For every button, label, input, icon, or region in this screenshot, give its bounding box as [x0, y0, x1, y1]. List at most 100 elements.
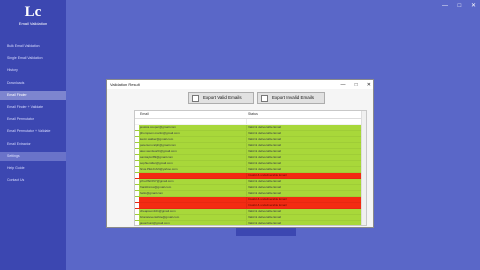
status-cell: Valid & deliverable Email: [248, 149, 281, 153]
email-cell: jchu.PEONY@gmail.com: [140, 179, 174, 183]
row-header[interactable]: [135, 209, 139, 214]
results-grid: Email Status jessica.cooper@gmail.com Val…: [134, 110, 367, 226]
cell-divider: [246, 173, 247, 178]
row-header[interactable]: [135, 203, 139, 208]
status-cell: Valid & deliverable Email: [248, 191, 281, 195]
row-header[interactable]: [135, 137, 139, 142]
table-row[interactable]: Invalid & undeliverable Email: [135, 173, 362, 179]
column-header-email[interactable]: Email: [140, 111, 149, 118]
row-header[interactable]: [135, 197, 139, 202]
dialog-close-icon[interactable]: ✕: [367, 82, 371, 88]
status-cell: Invalid & undeliverable Email: [248, 203, 287, 207]
table-row[interactable]: jessica.cooper@gmail.com Valid & delivera…: [135, 125, 362, 131]
cell-divider: [246, 203, 247, 208]
table-row[interactable]: ficus.PELICAN@yahoo.com Valid & deliverab…: [135, 167, 362, 173]
row-header[interactable]: [135, 191, 139, 196]
table-row[interactable]: samtaylor89@gmail.com Valid & deliverable…: [135, 155, 362, 161]
table-row[interactable]: peterson.ralph@gmail.com Valid & delivera…: [135, 143, 362, 149]
status-cell: Valid & deliverable Email: [248, 179, 281, 183]
email-cell: jessica.cooper@gmail.com: [140, 125, 176, 129]
status-cell: Valid & deliverable Email: [248, 185, 281, 189]
export-invalid-emails-button[interactable]: Export Invalid Emails: [257, 92, 325, 104]
status-cell: Valid & deliverable Email: [248, 137, 281, 141]
sidebar-item[interactable]: Downloads: [0, 79, 66, 88]
minimize-icon[interactable]: —: [442, 3, 448, 9]
sidebar-item[interactable]: Help Guide: [0, 164, 66, 173]
table-row[interactable]: jchu.PEONY@gmail.com Valid & deliverable …: [135, 179, 362, 185]
sidebar-item[interactable]: History: [0, 66, 66, 75]
cell-divider: [246, 197, 247, 202]
vertical-scrollbar[interactable]: [361, 111, 366, 225]
cell-divider: [246, 179, 247, 184]
email-cell: hello@gmail.com: [140, 191, 164, 195]
row-header[interactable]: [135, 149, 139, 154]
cell-divider: [246, 137, 247, 142]
table-row[interactable]: cheapsum101@gmail.com Valid & deliverable…: [135, 209, 362, 215]
validation-result-dialog: Validation Result — □ ✕ Export Valid Ema…: [106, 79, 374, 228]
row-header[interactable]: [135, 155, 139, 160]
column-header-status[interactable]: Status: [248, 111, 258, 118]
row-header[interactable]: [135, 119, 139, 124]
cell-divider: [246, 149, 247, 154]
table-row[interactable]: hello@gmail.com Valid & deliverable Email: [135, 191, 362, 197]
sidebar-item[interactable]: Email Finder: [0, 90, 66, 100]
row-header[interactable]: [135, 221, 139, 225]
cell-divider: [246, 119, 247, 124]
row-header[interactable]: [135, 185, 139, 190]
app-logo: Lc Email Validation: [0, 0, 66, 32]
row-header[interactable]: [135, 131, 139, 136]
close-icon[interactable]: ✕: [471, 3, 476, 9]
email-cell: samtaylor89@gmail.com: [140, 155, 174, 159]
sidebar-item[interactable]: Single Email Validation: [0, 54, 66, 63]
table-row[interactable]: franklinrow@gmail.com Valid & deliverable…: [135, 185, 362, 191]
row-header[interactable]: [135, 161, 139, 166]
export-valid-emails-button[interactable]: Export Valid Emails: [188, 92, 254, 104]
cell-divider: [246, 125, 247, 130]
cell-divider: [246, 131, 247, 136]
table-row[interactable]: sophiemiller@gmail.com Valid & deliverabl…: [135, 161, 362, 167]
dialog-title: Validation Result: [110, 82, 140, 87]
table-row[interactable]: brianstevenwhite@gmail.com Valid & delive…: [135, 215, 362, 221]
cell-divider: [246, 191, 247, 196]
status-cell: Valid & deliverable Email: [248, 155, 281, 159]
dialog-titlebar: Validation Result — □ ✕: [107, 80, 373, 89]
email-cell: ficus.PELICAN@yahoo.com: [140, 167, 178, 171]
status-cell: Valid & deliverable Email: [248, 131, 281, 135]
sidebar-item[interactable]: Bulk Email Validation: [0, 42, 66, 51]
table-row[interactable]: Invalid & undeliverable Email: [135, 203, 362, 209]
sidebar-item[interactable]: Settings: [0, 151, 66, 161]
table-row[interactable]: [135, 119, 362, 125]
status-cell: Valid & deliverable Email: [248, 167, 281, 171]
status-cell: Valid & deliverable Email: [248, 125, 281, 129]
maximize-icon[interactable]: □: [458, 3, 462, 9]
row-header[interactable]: [135, 215, 139, 220]
row-header[interactable]: [135, 125, 139, 130]
status-cell: Invalid & undeliverable Email: [248, 197, 287, 201]
sidebar-item[interactable]: Email Finder + Validate: [0, 103, 66, 112]
row-header[interactable]: [135, 167, 139, 172]
sidebar-item[interactable]: Contact Us: [0, 176, 66, 185]
email-cell: brianstevenwhite@gmail.com: [140, 215, 180, 219]
sidebar-item[interactable]: Email Extractor: [0, 140, 66, 149]
dialog-maximize-icon[interactable]: □: [355, 82, 358, 88]
row-header[interactable]: [135, 173, 139, 178]
cell-divider: [246, 221, 247, 225]
table-row[interactable]: jthompson.martin@gmail.com Valid & delive…: [135, 131, 362, 137]
table-row[interactable]: alex.wentworth@gmail.com Valid & delivera…: [135, 149, 362, 155]
table-row[interactable]: Invalid & undeliverable Email: [135, 197, 362, 203]
status-cell: Valid & deliverable Email: [248, 221, 281, 225]
sidebar-item[interactable]: Email Permutator + Validate: [0, 127, 66, 136]
checkbox-icon: [192, 95, 199, 102]
window-controls: — □ ✕: [434, 2, 476, 9]
row-header[interactable]: [135, 143, 139, 148]
dialog-minimize-icon[interactable]: —: [341, 82, 346, 88]
cell-divider: [246, 143, 247, 148]
background-panel: [236, 228, 296, 236]
sidebar-item[interactable]: Email Permutator: [0, 115, 66, 124]
table-row[interactable]: kevin.walker@gmail.com Valid & deliverabl…: [135, 137, 362, 143]
email-cell: alex.wentworth@gmail.com: [140, 149, 177, 153]
logo-subtitle: Email Validation: [18, 21, 48, 26]
row-header[interactable]: [135, 179, 139, 184]
table-row[interactable]: jasonhunt@gmail.com Valid & deliverable E…: [135, 221, 362, 225]
email-cell: cheapsum101@gmail.com: [140, 209, 176, 213]
